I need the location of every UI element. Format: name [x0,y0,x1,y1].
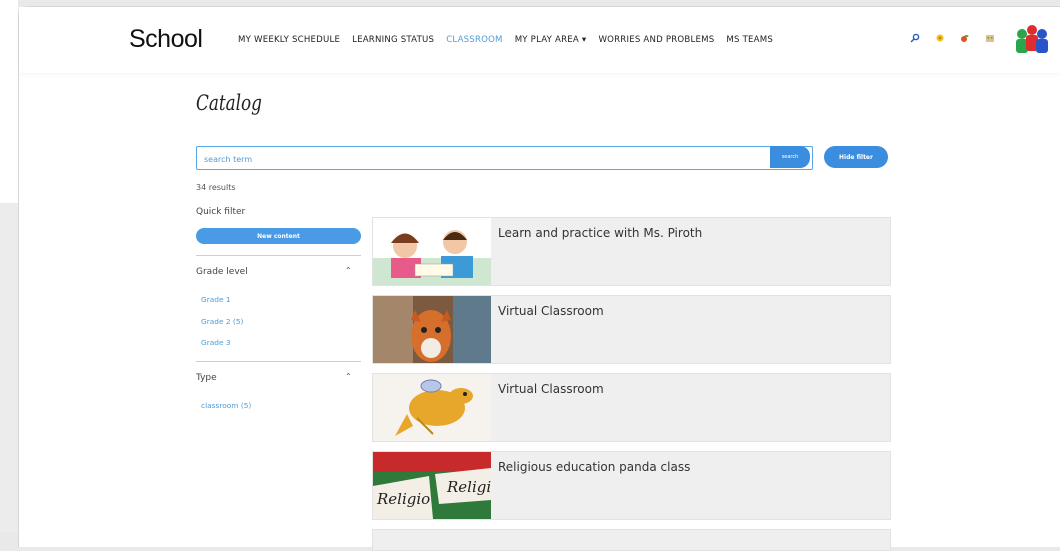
nav-classroom[interactable]: CLASSROOM [446,35,503,45]
filter-grade-3[interactable]: Grade 3 [201,338,231,347]
settings-icon[interactable] [935,33,945,43]
hide-filter-button[interactable]: Hide filter [824,146,888,168]
search-button[interactable]: search [770,146,810,168]
nav-worries-and-problems[interactable]: WORRIES AND PROBLEMS [598,35,714,45]
content-card[interactable] [372,529,891,551]
top-navbar: School MY WEEKLY SCHEDULE LEARNING STATU… [19,7,1060,73]
search-input[interactable] [202,147,766,171]
grade-level-label[interactable]: Grade level [196,267,248,277]
new-content-button[interactable]: New content [196,228,361,244]
building-icon[interactable] [985,33,995,43]
fruit-icon[interactable] [960,33,970,43]
thumbnail-word: Religi [446,478,491,496]
card-title[interactable]: Virtual Classroom [498,304,604,318]
card-title[interactable]: Learn and practice with Ms. Piroth [498,226,702,240]
header-icons [910,33,995,43]
chevron-up-icon[interactable]: ⌃ [345,266,352,275]
nav-ms-teams[interactable]: MS TEAMS [726,35,773,45]
nav-my-weekly-schedule[interactable]: MY WEEKLY SCHEDULE [238,35,340,45]
brand-logo[interactable]: School [129,25,203,54]
nav-learning-status[interactable]: LEARNING STATUS [352,35,434,45]
card-thumbnail [373,374,491,441]
app-frame: School MY WEEKLY SCHEDULE LEARNING STATU… [18,6,1060,551]
page-title: Catalog [196,91,262,115]
card-title[interactable]: Virtual Classroom [498,382,604,396]
content-card[interactable]: Virtual Classroom [372,373,891,442]
search-bar [196,146,813,171]
card-title[interactable]: Religious education panda class [498,460,690,474]
type-label[interactable]: Type [196,373,217,383]
user-avatar-icon[interactable] [1012,22,1052,56]
thumbnail-word: Religio [376,490,430,508]
page-margin-lower [0,203,18,532]
search-icon[interactable] [910,33,920,43]
content-card[interactable]: Virtual Classroom [372,295,891,364]
main-nav: MY WEEKLY SCHEDULE LEARNING STATUS CLASS… [238,35,773,45]
divider [196,361,361,362]
card-thumbnail [373,218,491,285]
filter-type-classroom[interactable]: classroom (5) [201,401,251,410]
quick-filter-label: Quick filter [196,207,246,217]
results-count: 34 results [196,183,236,192]
card-thumbnail [373,296,491,363]
filter-grade-1[interactable]: Grade 1 [201,295,231,304]
content-card[interactable]: Religio Religi Religious education panda… [372,451,891,520]
nav-my-play-area[interactable]: MY PLAY AREA ▾ [515,35,587,45]
chevron-up-icon[interactable]: ⌃ [345,372,352,381]
content-card[interactable]: Learn and practice with Ms. Piroth [372,217,891,286]
divider [196,255,361,256]
card-thumbnail: Religio Religi [373,452,491,519]
filter-grade-2[interactable]: Grade 2 (5) [201,317,243,326]
